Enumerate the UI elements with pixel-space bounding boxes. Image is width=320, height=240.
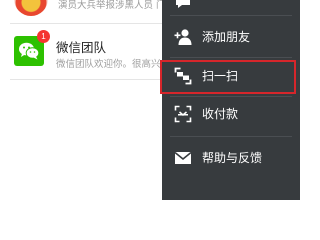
menu-divider xyxy=(170,15,292,16)
menu-item-add-friend[interactable]: 添加朋友 xyxy=(162,18,300,56)
payment-icon xyxy=(174,105,192,123)
plus-popup-menu: 添加朋友 扫一扫 收付款 帮助与反馈 xyxy=(162,0,300,200)
chat-preview: 微信团队欢迎你。很高兴 xyxy=(56,59,161,70)
menu-item-label: 扫一扫 xyxy=(202,69,239,83)
menu-divider xyxy=(170,136,292,137)
menu-item-help-feedback[interactable]: 帮助与反馈 xyxy=(162,139,300,177)
news-avatar-icon xyxy=(14,0,48,16)
menu-item-payment[interactable]: 收付款 xyxy=(162,95,300,133)
menu-item-label: 收付款 xyxy=(202,107,239,121)
chat-preview: 演员大兵举报涉黑人员 门 xyxy=(58,0,166,11)
mail-icon xyxy=(174,151,192,164)
unread-badge: 1 xyxy=(37,30,50,43)
menu-item-scan[interactable]: 扫一扫 xyxy=(162,57,300,95)
menu-item-label: 添加朋友 xyxy=(202,30,251,44)
add-friend-icon xyxy=(174,29,192,45)
chat-bubble-icon xyxy=(176,0,190,8)
menu-item-label: 帮助与反馈 xyxy=(202,151,263,165)
chat-name: 微信团队 xyxy=(56,40,107,55)
scan-icon xyxy=(174,67,192,85)
wechat-chat-list-screen: 演员大兵举报涉黑人员 门 1 微信团队 微信团队欢迎你。很高兴 添加朋友 扫一扫… xyxy=(0,0,300,200)
